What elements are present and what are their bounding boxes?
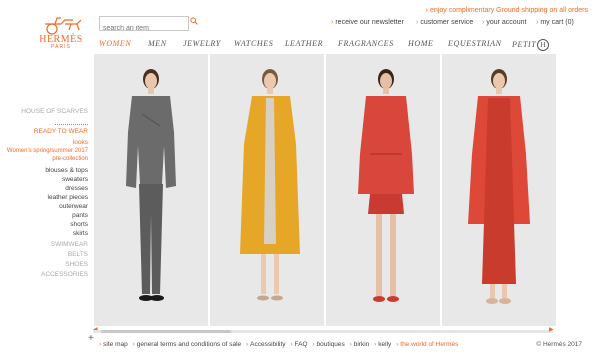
chevron-right-icon: › <box>416 19 419 26</box>
customer-service-link[interactable]: › customer service <box>416 19 473 26</box>
footer-world-of-hermes[interactable]: › the world of Hermès <box>396 341 458 348</box>
brand-city: PARIS <box>51 44 71 50</box>
sidebar-collection-subtitle[interactable]: pre-collection <box>52 156 88 162</box>
footer-terms[interactable]: › general terms and conditions of sale <box>133 341 242 348</box>
sidebar-item-sweaters[interactable]: sweaters <box>62 176 88 183</box>
sidebar-item-swimwear[interactable]: SWIMWEAR <box>51 241 88 248</box>
search-box <box>99 16 189 35</box>
nav-men[interactable]: MEN <box>148 39 167 48</box>
chevron-right-icon: › <box>99 341 102 348</box>
copyright: © Hermès 2017 <box>536 341 582 348</box>
nav-petit[interactable]: PETIT h <box>512 39 550 51</box>
scroll-right-arrow-icon[interactable]: ▶ <box>549 326 554 333</box>
account-link[interactable]: › your account <box>482 19 526 26</box>
model-figure-4 <box>468 69 530 304</box>
scrollbar-thumb[interactable] <box>101 330 231 333</box>
sidebar-divider <box>55 124 88 125</box>
look-panel-4[interactable] <box>442 54 556 326</box>
footer-birkin[interactable]: › birkin <box>350 341 370 348</box>
search-input[interactable] <box>100 22 187 35</box>
look-panel-1[interactable] <box>94 54 208 326</box>
nav-home[interactable]: HOME <box>408 39 434 48</box>
look-panel-2[interactable] <box>210 54 324 326</box>
sidebar-item-belts[interactable]: BELTS <box>68 251 88 258</box>
shipping-promo-link[interactable]: › enjoy complimentary Ground shipping on … <box>426 7 588 14</box>
chevron-right-icon: › <box>290 341 293 348</box>
chevron-right-icon: › <box>482 19 485 26</box>
sidebar-item-pants[interactable]: pants <box>72 212 88 219</box>
footer-kelly[interactable]: › kelly <box>374 341 391 348</box>
chevron-right-icon: › <box>132 341 135 348</box>
cart-link[interactable]: › my cart (0) <box>536 19 574 26</box>
sidebar-item-leather-pieces[interactable]: leather pieces <box>48 194 88 201</box>
sidebar-collection-title[interactable]: Women's spring/summer 2017 <box>7 148 88 154</box>
chevron-right-icon: › <box>536 19 539 26</box>
petit-h-badge-icon: h <box>537 39 550 51</box>
nav-fragrances[interactable]: FRAGRANCES <box>338 39 394 48</box>
chevron-right-icon: › <box>396 341 399 348</box>
nav-equestrian[interactable]: EQUESTRIAN <box>448 39 502 48</box>
model-figure-1 <box>126 69 176 301</box>
model-figure-2 <box>240 69 300 301</box>
sidebar-item-shoes[interactable]: SHOES <box>65 261 88 268</box>
chevron-right-icon: › <box>374 341 377 348</box>
chevron-right-icon: › <box>245 341 249 348</box>
nav-watches[interactable]: WATCHES <box>234 39 273 48</box>
footer-accessibility[interactable]: › Accessibility <box>246 341 286 348</box>
model-figure-3 <box>358 69 414 302</box>
sidebar-house-of-scarves[interactable]: HOUSE OF SCARVES <box>21 108 88 115</box>
horizontal-scrollbar[interactable] <box>93 328 553 334</box>
chevron-right-icon: › <box>425 7 429 14</box>
search-icon[interactable] <box>190 17 198 25</box>
footer-faq[interactable]: › FAQ <box>290 341 307 348</box>
nav-women[interactable]: WOMEN <box>99 39 131 48</box>
sidebar-ready-to-wear[interactable]: READY TO WEAR <box>34 128 88 135</box>
sidebar-item-shorts[interactable]: shorts <box>70 221 88 228</box>
chevron-right-icon: › <box>331 19 334 26</box>
look-panel-3[interactable] <box>326 54 440 326</box>
footer-site-map[interactable]: › site map <box>99 341 128 348</box>
chevron-right-icon: › <box>349 341 352 348</box>
sidebar-item-blouses-tops[interactable]: blouses & tops <box>45 167 88 174</box>
footer-links: › site map › general terms and conditions … <box>99 341 461 348</box>
carriage-logo-icon <box>45 17 82 35</box>
newsletter-link[interactable]: › receive our newsletter <box>331 19 404 26</box>
sidebar-item-accessories[interactable]: ACCESSORIES <box>41 271 88 278</box>
hermes-logo[interactable]: HERMÈS PARIS <box>35 14 87 52</box>
sidebar-item-outerwear[interactable]: outerwear <box>59 203 88 210</box>
sidebar-item-dresses[interactable]: dresses <box>65 185 88 192</box>
chevron-right-icon: › <box>312 341 315 348</box>
sidebar-looks[interactable]: looks <box>73 139 88 146</box>
crosshair-cursor-icon: + <box>88 333 94 344</box>
sidebar-item-skirts[interactable]: skirts <box>73 230 88 237</box>
nav-leather[interactable]: LEATHER <box>285 39 323 48</box>
footer-boutiques[interactable]: › boutiques <box>312 341 344 348</box>
nav-jewelry[interactable]: JEWELRY <box>183 39 221 48</box>
